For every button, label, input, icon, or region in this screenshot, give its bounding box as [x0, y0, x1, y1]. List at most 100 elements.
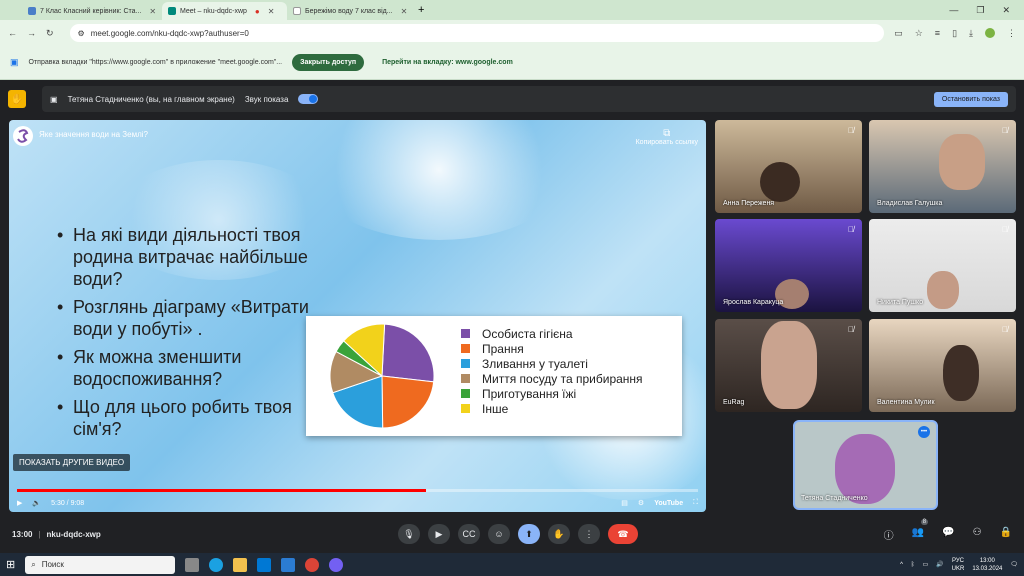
slide-bullets: На які види діяльності твоя родина витра…	[57, 224, 317, 446]
side-panel-buttons: ⓘ 👥 8 💬 ⚇ 🔒	[884, 518, 1012, 542]
bullet-item: Що для цього робить твоя сім'я?	[57, 396, 317, 440]
host-controls-icon[interactable]: 🔒	[1000, 527, 1012, 542]
settings-icon[interactable]: ⚙	[638, 499, 644, 507]
language-indicator[interactable]: РУС UKR	[952, 557, 965, 573]
system-tray: ^ ᛒ ▭ 🔊 РУС UKR 13:00 13.03.2024 🗨	[900, 557, 1018, 573]
windows-start-icon[interactable]: ⊞	[6, 558, 15, 571]
mail-icon[interactable]	[281, 557, 296, 572]
tab-1[interactable]: 7 Клас Класний керівник: Ста... ✕	[22, 2, 162, 20]
pie-chart	[329, 323, 435, 429]
mic-toggle-button[interactable]: 🎙	[398, 524, 420, 544]
close-access-button[interactable]: Закрыть доступ	[292, 54, 365, 71]
taskbar-search[interactable]: ⌕ Поиск	[25, 555, 176, 574]
video-title[interactable]: Яке значення води на Землі?	[39, 130, 148, 139]
minimize-icon[interactable]: —	[949, 5, 958, 16]
close-window-icon[interactable]: ✕	[1002, 5, 1010, 16]
participant-video	[760, 162, 800, 202]
tab-2[interactable]: Meet – nku-dqdc-xwp ● ✕	[162, 2, 287, 20]
downloads-icon[interactable]: ⤓	[969, 28, 973, 39]
tray-arrow-icon[interactable]: ^	[900, 562, 903, 568]
url-text: meet.google.com/nku-dqdc-xwp?authuser=0	[90, 28, 249, 38]
raised-hand-icon: ✋	[8, 90, 26, 108]
captions-button[interactable]: CC	[458, 524, 480, 544]
people-icon[interactable]: 👥 8	[912, 518, 929, 542]
info-icon[interactable]: ⓘ	[884, 527, 894, 542]
chrome-icon[interactable]	[305, 557, 320, 572]
participant-tile[interactable]: 🎙̸ EuRag	[715, 319, 862, 412]
network-icon[interactable]: ▭	[923, 561, 929, 568]
store-icon[interactable]	[257, 557, 272, 572]
volume-icon[interactable]: 🔈	[32, 499, 41, 507]
activities-icon[interactable]: ⚇	[973, 527, 982, 542]
playlist-icon[interactable]: ≡	[935, 28, 940, 39]
site-info-icon[interactable]: ⚙	[78, 29, 85, 38]
cast-icon[interactable]: ▭	[894, 28, 903, 39]
url-input[interactable]: ⚙ meet.google.com/nku-dqdc-xwp?authuser=…	[69, 24, 885, 42]
participant-tile[interactable]: 🎙̸ Владислав Галушка	[869, 120, 1016, 213]
close-tab-icon[interactable]: ✕	[149, 7, 156, 16]
channel-logo[interactable]	[13, 126, 33, 146]
participant-tile[interactable]: 🎙̸ Валентина Мулик	[869, 319, 1016, 412]
chart-legend: Особиста гігієна Прання Зливання у туалеті…	[461, 326, 643, 416]
bookmark-star-icon[interactable]: ☆	[915, 28, 923, 39]
legend-swatch	[461, 389, 470, 398]
subtitles-icon[interactable]: ▤	[621, 499, 628, 507]
google-icon	[293, 7, 301, 15]
tab-title: 7 Клас Класний керівник: Ста...	[40, 7, 142, 15]
bluetooth-icon[interactable]: ᛒ	[911, 562, 915, 568]
sidepanel-icon[interactable]: ▯	[952, 28, 957, 39]
more-options-button[interactable]: ⋮	[578, 524, 600, 544]
present-button[interactable]: ⬆	[518, 524, 540, 544]
youtube-logo[interactable]: YouTube	[654, 500, 683, 507]
raise-hand-button[interactable]: ✋	[548, 524, 570, 544]
fullscreen-icon[interactable]: ⛶	[693, 499, 698, 507]
share-audio-toggle[interactable]	[298, 94, 319, 104]
chat-icon[interactable]: 💬	[942, 527, 954, 542]
progress-fill	[17, 489, 426, 492]
participant-tile[interactable]: 🎙̸ Никита Пушко	[869, 219, 1016, 312]
go-to-tab-button[interactable]: Перейти на вкладку: www.google.com	[374, 54, 521, 71]
copy-link-button[interactable]: ⧉ Копировать ссылку	[636, 128, 698, 146]
task-view-icon[interactable]	[185, 557, 200, 572]
volume-icon[interactable]: 🔊	[936, 561, 943, 568]
legend-item: Інше	[461, 401, 643, 416]
presenter-label: Тетяна Стадниченко (вы, на главном экран…	[67, 94, 235, 104]
notifications-icon[interactable]: 🗨	[1010, 561, 1018, 568]
copy-link-label: Копировать ссылку	[635, 139, 698, 146]
show-other-videos-button[interactable]: ПОКАЗАТЬ ДРУГИЕ ВИДЕО	[13, 454, 131, 471]
people-count-badge: 8	[920, 518, 929, 525]
edge-icon[interactable]	[209, 557, 224, 572]
maximize-icon[interactable]: ❐	[976, 5, 984, 16]
new-tab-icon[interactable]: +	[418, 4, 424, 16]
participant-tile[interactable]: 🎙̸ Ярослав Каракуца	[715, 219, 862, 312]
leave-call-button[interactable]: ☎	[608, 524, 638, 544]
participant-tile[interactable]: 🎙̸ Анна Переженя	[715, 120, 862, 213]
participant-name: Ярослав Каракуца	[723, 299, 784, 306]
legend-item: Зливання у туалеті	[461, 356, 643, 371]
reload-icon[interactable]: ↻	[46, 28, 54, 39]
stop-presenting-button[interactable]: Остановить показ	[933, 91, 1008, 107]
present-screen-icon: ▣	[50, 94, 58, 104]
meet-bottom-bar: 13:00 | nku-dqdc-xwp 🎙 ▶ CC ☺ ⬆ ✋ ⋮ ☎ ⓘ …	[0, 518, 1024, 550]
profile-avatar[interactable]	[985, 27, 995, 38]
camera-toggle-button[interactable]: ▶	[428, 524, 450, 544]
play-icon[interactable]: ▶	[17, 499, 22, 507]
close-tab-icon[interactable]: ✕	[268, 7, 275, 16]
video-progress-bar[interactable]	[17, 489, 698, 492]
explorer-icon[interactable]	[233, 557, 248, 572]
bullet-item: Як можна зменшити водоспоживання?	[57, 346, 317, 390]
share-tab-icon: ▣	[10, 57, 19, 67]
close-tab-icon[interactable]: ✕	[401, 7, 408, 16]
lang-label-2: UKR	[951, 565, 965, 572]
viber-icon[interactable]	[329, 557, 344, 572]
emoji-button[interactable]: ☺	[488, 524, 510, 544]
tab-3[interactable]: Бережімо воду 7 клас від... ✕	[287, 2, 412, 20]
back-icon[interactable]: ←	[8, 28, 17, 38]
taskbar-clock[interactable]: 13:00 13.03.2024	[972, 557, 1002, 573]
participant-video	[761, 321, 817, 409]
legend-swatch	[461, 344, 470, 353]
self-view-tile[interactable]: ••• Тетяна Стадниченко	[793, 420, 938, 510]
forward-icon[interactable]: →	[27, 28, 36, 38]
legend-item: Особиста гігієна	[461, 326, 643, 341]
menu-icon[interactable]: ⋮	[1007, 28, 1016, 39]
